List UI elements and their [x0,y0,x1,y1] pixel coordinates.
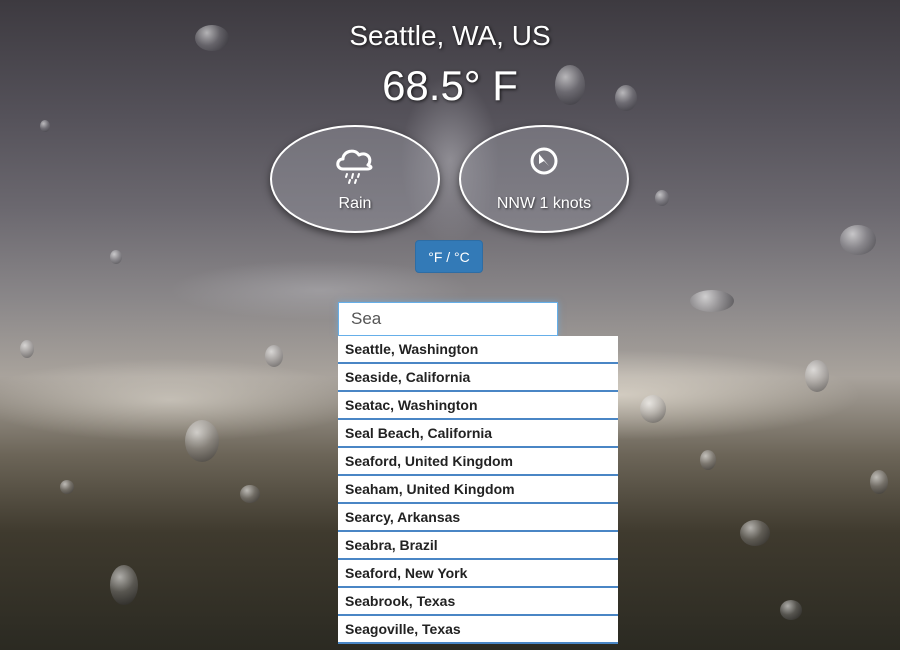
suggestion-item[interactable]: Searcy, Arkansas [338,504,618,532]
unit-toggle-button[interactable]: °F / °C [415,240,483,273]
city-search-input[interactable] [338,302,558,336]
suggestion-item[interactable]: Seaside, California [338,364,618,392]
rain-cloud-icon [336,149,373,184]
suggestion-item[interactable]: Seaham, United Kingdom [338,476,618,504]
suggestion-item[interactable]: Seattle, Washington [338,336,618,364]
suggestion-item[interactable]: Seaford, United Kingdom [338,448,618,476]
wind-label: NNW 1 knots [496,195,592,212]
weather-condition-label: Rain [338,195,372,212]
suggestion-item[interactable]: Seabra, Brazil [338,532,618,560]
temperature-reading: 68.5° F [382,62,518,109]
suggestion-item[interactable]: Seatac, Washington [338,392,618,420]
wind-oval: NNW 1 knots [459,125,629,233]
weather-condition-oval: Rain [270,125,440,233]
city-suggestions-list: Seattle, Washington Seaside, California … [338,336,618,644]
suggestion-item[interactable]: Seaford, New York [338,560,618,588]
wind-direction-icon [530,147,558,175]
suggestion-item[interactable]: Seal Beach, California [338,420,618,448]
suggestion-item[interactable]: Seabrook, Texas [338,588,618,616]
suggestion-item[interactable]: Seagoville, Texas [338,616,618,644]
location-title: Seattle, WA, US [349,20,551,51]
